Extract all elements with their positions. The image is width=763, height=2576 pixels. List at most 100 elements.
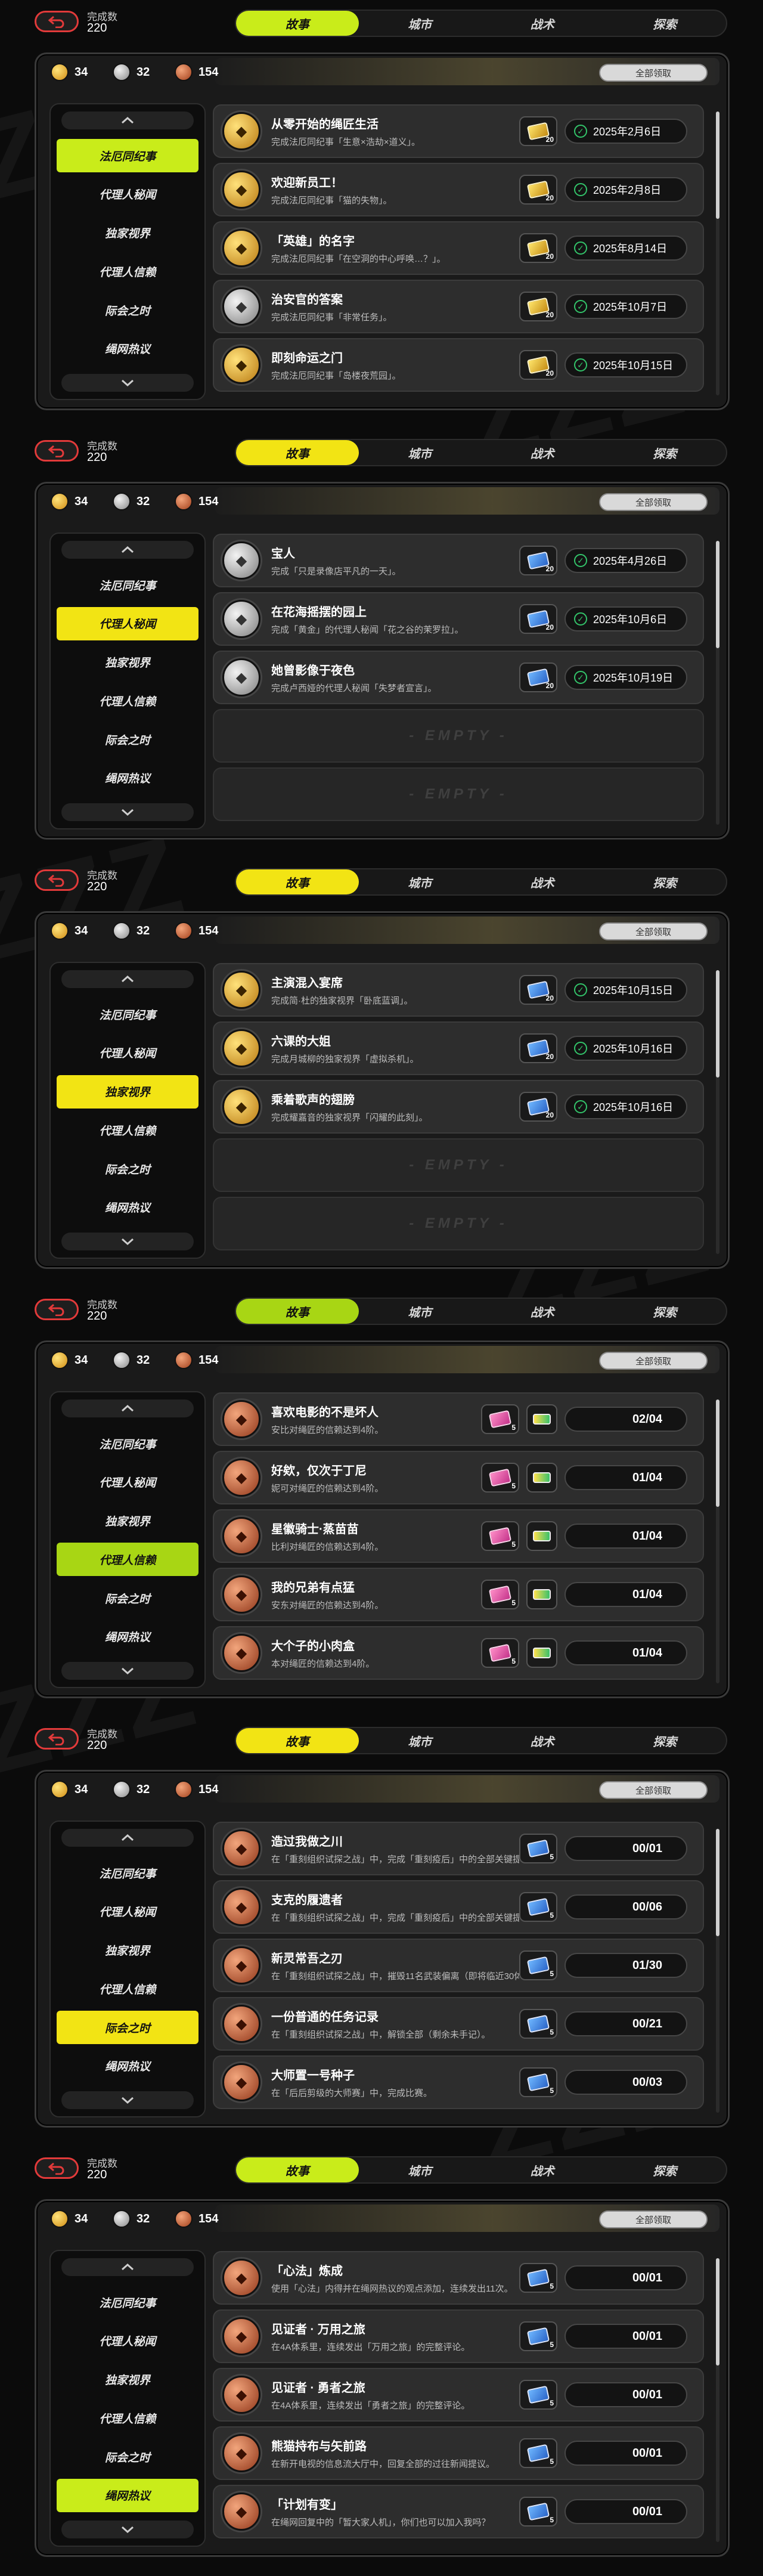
- list-scrollbar[interactable]: [716, 1829, 719, 2113]
- list-scrollbar[interactable]: [716, 2258, 719, 2542]
- tab-3[interactable]: 探索: [604, 11, 727, 36]
- nav-scroll-down-button[interactable]: [61, 374, 194, 392]
- sidebar-item-3[interactable]: 代理人信赖: [57, 1543, 198, 1577]
- sidebar-item-5[interactable]: 绳网热议: [57, 2049, 198, 2083]
- achievement-row[interactable]: ◆ 我的兄弟有点猛 安东对绳匠的信赖达到4阶。 5 01/04: [213, 1568, 704, 1621]
- achievement-row[interactable]: ◆ 「英雄」的名字 完成法厄同纪事「在空洞的中心呼唤…？」。 20 ✓ 2025年8月14…: [213, 221, 704, 275]
- nav-scroll-down-button[interactable]: [61, 1233, 194, 1250]
- achievement-row[interactable]: ◆ 欢迎新员工！ 完成法厄同纪事「猫的失物」。 20 ✓ 2025年2月8日: [213, 163, 704, 216]
- list-scrollbar[interactable]: [716, 970, 719, 1254]
- nav-scroll-up-button[interactable]: [61, 1400, 194, 1417]
- sidebar-item-2[interactable]: 独家视界: [57, 2363, 198, 2397]
- nav-scroll-down-button[interactable]: [61, 2521, 194, 2538]
- tab-2[interactable]: 战术: [481, 2157, 604, 2182]
- achievement-row[interactable]: ◆ 在花海摇摆的园上 完成「黄金」的代理人秘闻「花之谷的茉罗拉」。 20 ✓ 2025年1…: [213, 592, 704, 646]
- tab-0[interactable]: 故事: [236, 1299, 359, 1324]
- back-button[interactable]: [35, 440, 79, 462]
- sidebar-item-3[interactable]: 代理人信赖: [57, 684, 198, 717]
- reward-item[interactable]: 20: [519, 1092, 557, 1122]
- reward-item[interactable]: 5: [481, 1521, 519, 1551]
- reward-item[interactable]: 5: [481, 1638, 519, 1668]
- reward-item[interactable]: 20: [519, 546, 557, 575]
- sidebar-item-4[interactable]: 际会之时: [57, 1152, 198, 1185]
- sidebar-item-1[interactable]: 代理人秘闻: [57, 178, 198, 211]
- achievement-row[interactable]: ◆ 从零开始的绳匠生活 完成法厄同纪事「生意×浩劫×道义」。 20 ✓ 2025年2月6日: [213, 104, 704, 158]
- sidebar-item-1[interactable]: 代理人秘闻: [57, 1466, 198, 1499]
- tab-1[interactable]: 城市: [359, 1728, 482, 1753]
- nav-scroll-up-button[interactable]: [61, 2258, 194, 2276]
- reward-item[interactable]: 5: [519, 2497, 557, 2527]
- list-scrollbar[interactable]: [716, 1400, 719, 1683]
- tab-2[interactable]: 战术: [481, 440, 604, 465]
- sidebar-item-2[interactable]: 独家视界: [57, 216, 198, 250]
- reward-item[interactable]: 5: [519, 2321, 557, 2351]
- tab-1[interactable]: 城市: [359, 2157, 482, 2182]
- reward-item-secondary[interactable]: [526, 1638, 557, 1668]
- reward-item[interactable]: 5: [519, 2263, 557, 2293]
- sidebar-item-0[interactable]: 法厄同纪事: [57, 568, 198, 602]
- achievement-row[interactable]: ◆ 一份普通的任务记录 在「重刻组织试探之战」中，解锁全部（剩余未手记）。 5 00/2…: [213, 1997, 704, 2051]
- tab-0[interactable]: 故事: [236, 11, 359, 36]
- sidebar-item-4[interactable]: 际会之时: [57, 2440, 198, 2473]
- reward-item[interactable]: 20: [519, 1033, 557, 1063]
- achievement-row[interactable]: ◆ 造过我做之川 在「重刻组织试探之战」中，完成「重刻疫后」中的全部关键提议。 5 00…: [213, 1822, 704, 1875]
- tab-1[interactable]: 城市: [359, 11, 482, 36]
- achievement-row[interactable]: ◆ 喜欢电影的不是坏人 安比对绳匠的信赖达到4阶。 5 02/04: [213, 1392, 704, 1446]
- achievement-row[interactable]: ◆ 大师置一号种子 在「后后剪级的大师赛」中，完成比赛。 5 00/03: [213, 2055, 704, 2109]
- sidebar-item-4[interactable]: 际会之时: [57, 1581, 198, 1615]
- sidebar-item-2[interactable]: 独家视界: [57, 646, 198, 679]
- back-button[interactable]: [35, 2157, 79, 2179]
- tab-2[interactable]: 战术: [481, 11, 604, 36]
- tab-3[interactable]: 探索: [604, 440, 727, 465]
- sidebar-item-5[interactable]: 绳网热议: [57, 332, 198, 366]
- reward-item[interactable]: 20: [519, 292, 557, 321]
- claim-all-button[interactable]: 全部领取: [599, 922, 708, 940]
- reward-item[interactable]: 5: [519, 2438, 557, 2468]
- sidebar-item-1[interactable]: 代理人秘闻: [57, 2324, 198, 2358]
- achievement-row[interactable]: ◆ 「心法」炼成 使用「心法」内得并在绳网热议的观点添加，连续发出11次。 5 00/0…: [213, 2251, 704, 2305]
- reward-item-secondary[interactable]: [526, 1404, 557, 1434]
- achievement-row[interactable]: ◆ 「计划有变」 在绳网回复中的「暂大家人机」，你们也可以加入我吗？ 5 00/01: [213, 2485, 704, 2538]
- reward-item[interactable]: 20: [519, 350, 557, 380]
- reward-item[interactable]: 20: [519, 604, 557, 634]
- tab-2[interactable]: 战术: [481, 1728, 604, 1753]
- back-button[interactable]: [35, 1299, 79, 1320]
- nav-scroll-down-button[interactable]: [61, 1662, 194, 1680]
- sidebar-item-0[interactable]: 法厄同纪事: [57, 1856, 198, 1890]
- scrollbar-thumb[interactable]: [716, 112, 719, 219]
- list-scrollbar[interactable]: [716, 541, 719, 825]
- reward-item[interactable]: 20: [519, 116, 557, 146]
- sidebar-item-2[interactable]: 独家视界: [57, 1504, 198, 1538]
- achievement-row[interactable]: ◆ 大个子的小肉盒 本对绳匠的信赖达到4阶。 5 01/04: [213, 1626, 704, 1680]
- sidebar-item-3[interactable]: 代理人信赖: [57, 1972, 198, 2005]
- tab-2[interactable]: 战术: [481, 869, 604, 894]
- achievement-row[interactable]: ◆ 熊猫持布与矢前路 在新开电视的信息流大厅中，回复全部的过往新闻提议。 5 00/01: [213, 2426, 704, 2480]
- claim-all-button[interactable]: 全部领取: [599, 2210, 708, 2228]
- reward-item[interactable]: 5: [481, 1404, 519, 1434]
- reward-item[interactable]: 20: [519, 233, 557, 263]
- nav-scroll-down-button[interactable]: [61, 803, 194, 821]
- nav-scroll-down-button[interactable]: [61, 2091, 194, 2109]
- achievement-row[interactable]: ◆ 治安官的答案 完成法厄同纪事「非常任务」。 20 ✓ 2025年10月7日: [213, 280, 704, 333]
- achievement-row[interactable]: ◆ 乘着歌声的翅膀 完成耀嘉音的独家视界「闪耀的此刻」。 20 ✓ 2025年10月16日: [213, 1080, 704, 1134]
- reward-item[interactable]: 20: [519, 975, 557, 1005]
- tab-3[interactable]: 探索: [604, 869, 727, 894]
- sidebar-item-0[interactable]: 法厄同纪事: [57, 1427, 198, 1460]
- reward-item[interactable]: 5: [519, 2009, 557, 2039]
- achievement-row[interactable]: ◆ 新灵常吾之刃 在「重刻组织试探之战」中，摧毁11名武装偏离（即将临近30体）。 5…: [213, 1939, 704, 1992]
- reward-item-secondary[interactable]: [526, 1463, 557, 1493]
- sidebar-item-5[interactable]: 绳网热议: [57, 761, 198, 795]
- sidebar-item-5[interactable]: 绳网热议: [57, 1191, 198, 1224]
- claim-all-button[interactable]: 全部领取: [599, 1781, 708, 1799]
- claim-all-button[interactable]: 全部领取: [599, 1352, 708, 1370]
- sidebar-item-0[interactable]: 法厄同纪事: [57, 139, 198, 172]
- sidebar-item-4[interactable]: 际会之时: [57, 2011, 198, 2045]
- achievement-row[interactable]: ◆ 见证者 · 万用之旅 在4A体系里，连续发出「万用之旅」的完整评论。 5 00/01: [213, 2309, 704, 2363]
- reward-item[interactable]: 5: [519, 1950, 557, 1980]
- scrollbar-thumb[interactable]: [716, 1829, 719, 1936]
- tab-0[interactable]: 故事: [236, 2157, 359, 2182]
- reward-item[interactable]: 5: [519, 1834, 557, 1863]
- back-button[interactable]: [35, 869, 79, 891]
- reward-item[interactable]: 5: [481, 1463, 519, 1493]
- achievement-row[interactable]: ◆ 支克的履遗者 在「重刻组织试探之战」中，完成「重刻疫后」中的全部关键提议。 5 00…: [213, 1880, 704, 1934]
